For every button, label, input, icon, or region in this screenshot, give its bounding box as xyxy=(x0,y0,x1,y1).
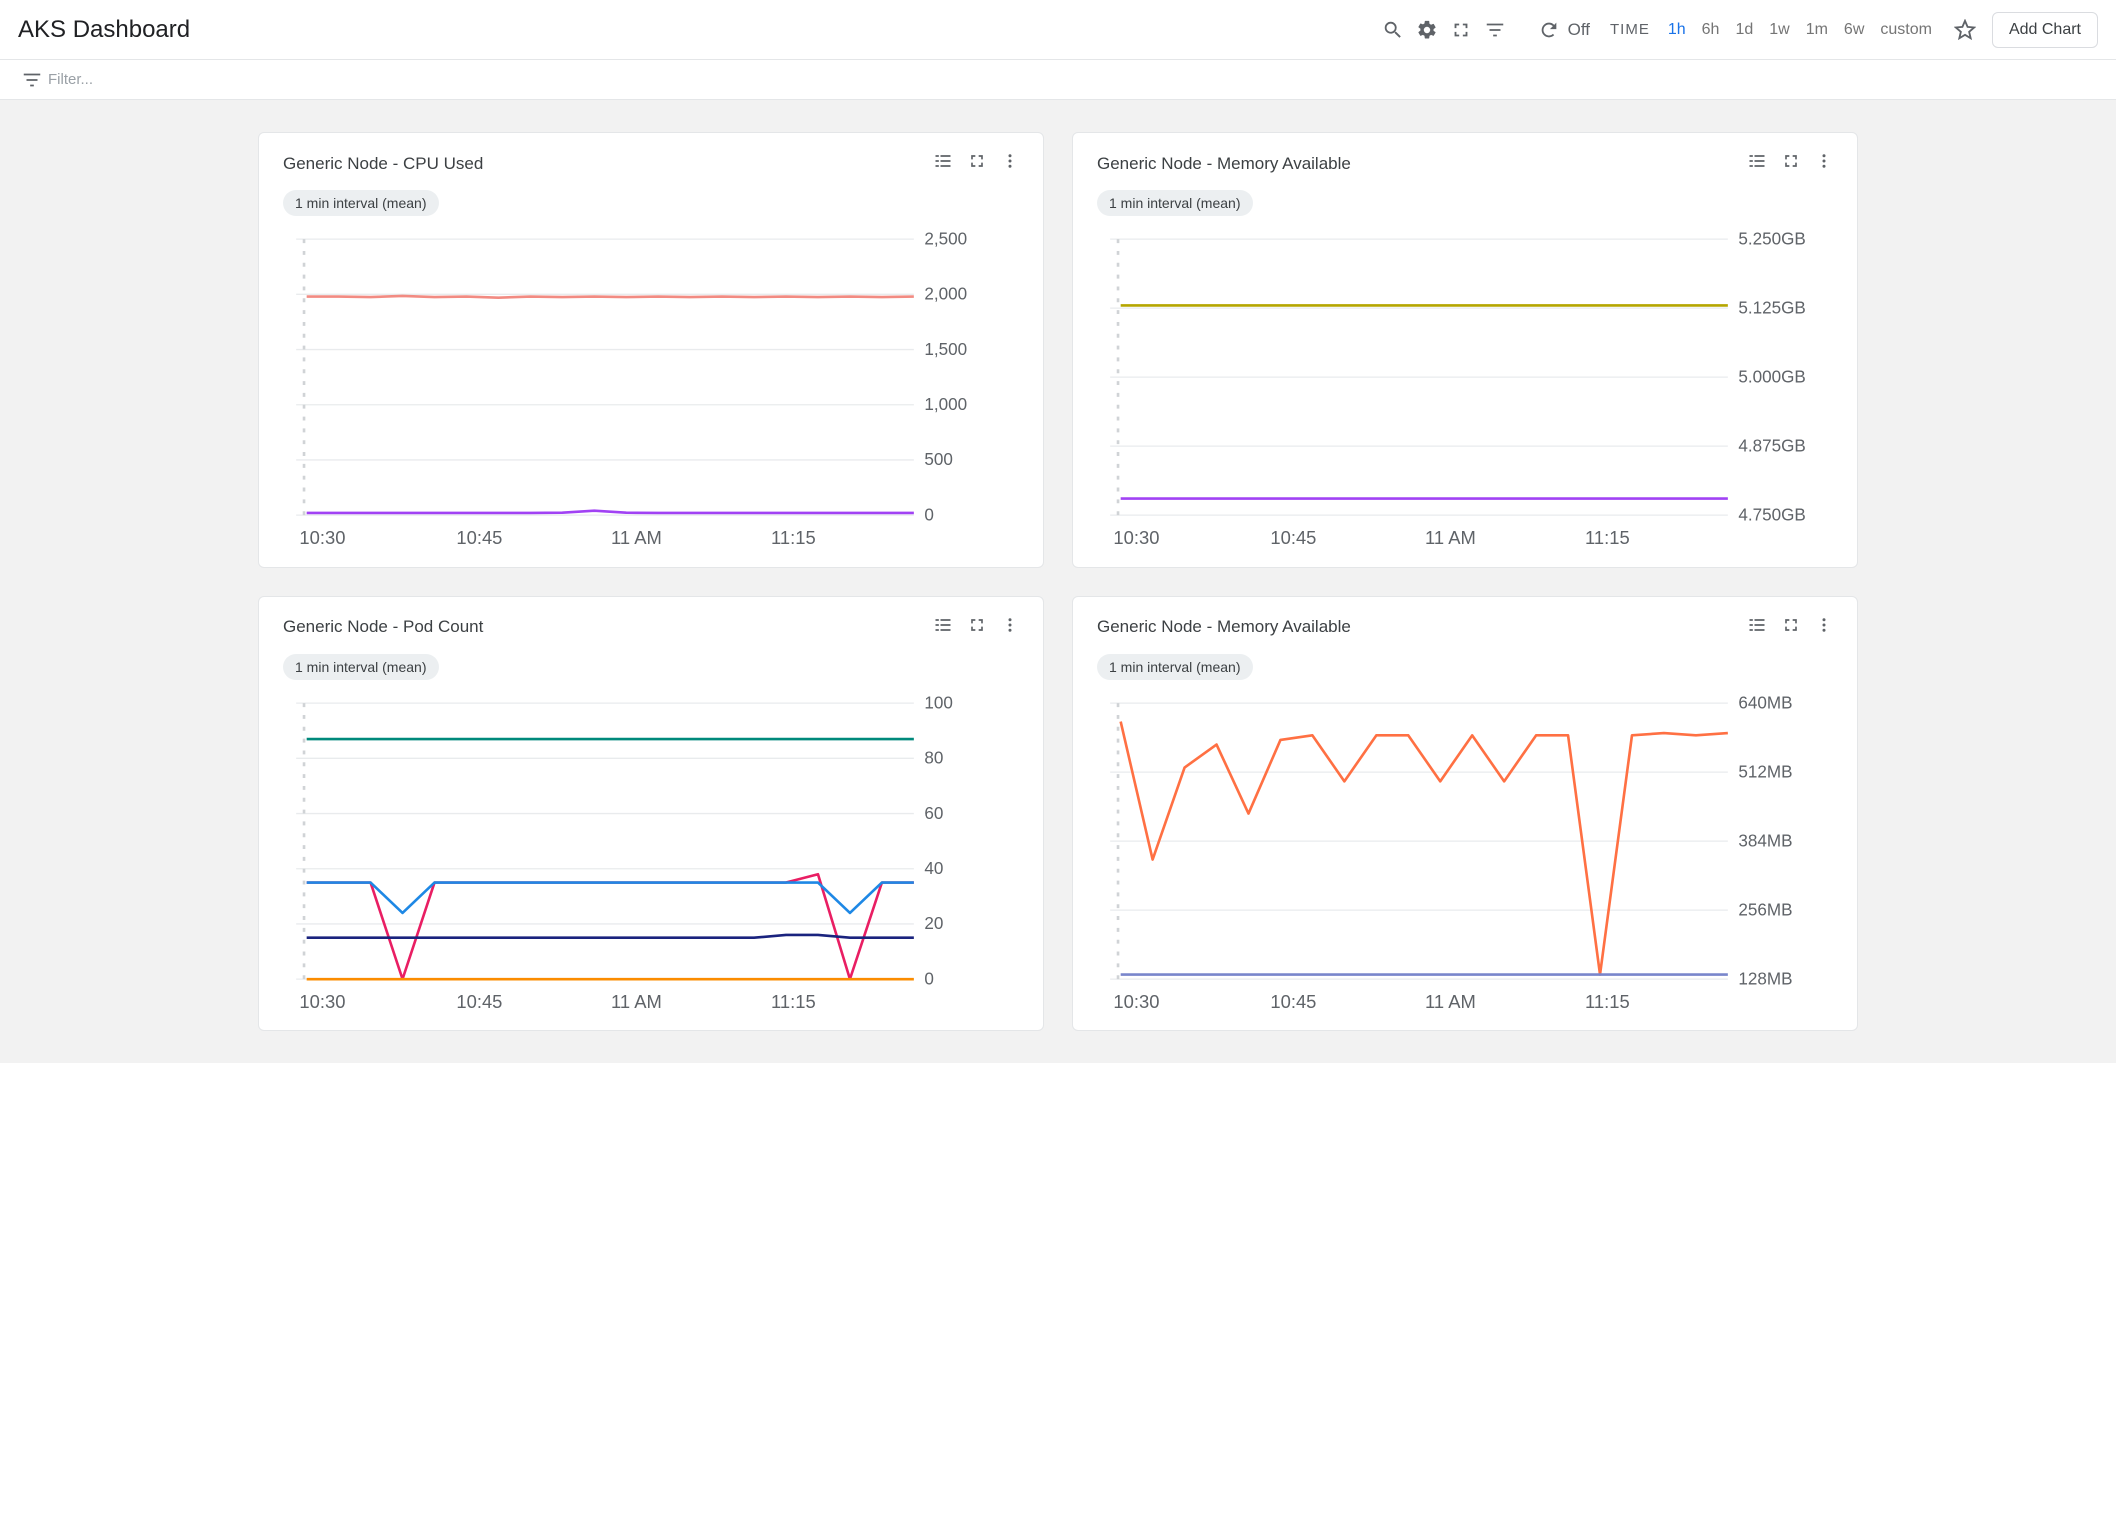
chart-plot: 0 500 1,000 1,500 2,000 2,500 10:30 10:45 11 AM 1… xyxy=(283,226,1019,555)
add-chart-button[interactable]: Add Chart xyxy=(1992,12,2098,48)
more-icon[interactable] xyxy=(1815,152,1833,175)
chart-card: Generic Node - Pod Count 1 min interval … xyxy=(258,596,1044,1032)
time-range-group: TIME 1h6h1d1w1m6wcustom xyxy=(1604,21,1940,39)
svg-text:0: 0 xyxy=(924,505,934,524)
svg-text:640MB: 640MB xyxy=(1738,693,1792,712)
legend-icon[interactable] xyxy=(1747,151,1767,176)
time-option-1h[interactable]: 1h xyxy=(1660,17,1694,42)
time-option-1m[interactable]: 1m xyxy=(1798,17,1836,42)
top-bar: AKS Dashboard Off TIME 1h6h1d1w1m6wcusto… xyxy=(0,0,2116,60)
svg-text:512MB: 512MB xyxy=(1738,762,1792,781)
svg-text:11 AM: 11 AM xyxy=(1425,991,1476,1012)
time-option-1w[interactable]: 1w xyxy=(1761,17,1797,42)
fullscreen-icon[interactable] xyxy=(967,615,987,640)
svg-text:10:45: 10:45 xyxy=(456,527,502,548)
svg-text:80: 80 xyxy=(924,748,943,767)
interval-badge: 1 min interval (mean) xyxy=(283,190,439,216)
svg-text:256MB: 256MB xyxy=(1738,900,1792,919)
chart-plot: 0 20 40 60 80 100 10:30 10:45 11 AM 11:15 xyxy=(283,690,1019,1019)
svg-text:60: 60 xyxy=(924,803,943,822)
svg-text:5.250GB: 5.250GB xyxy=(1738,229,1805,248)
svg-text:11:15: 11:15 xyxy=(771,527,816,548)
svg-text:10:45: 10:45 xyxy=(1270,527,1316,548)
chart-title: Generic Node - Memory Available xyxy=(1097,617,1351,637)
more-icon[interactable] xyxy=(1815,616,1833,639)
chart-plot: 128MB 256MB 384MB 512MB 640MB 10:30 10:45 11 AM… xyxy=(1097,690,1833,1019)
filter-list-icon[interactable] xyxy=(18,63,46,97)
svg-text:1,000: 1,000 xyxy=(924,395,967,414)
interval-badge: 1 min interval (mean) xyxy=(283,654,439,680)
svg-text:4.875GB: 4.875GB xyxy=(1738,436,1805,455)
time-option-6w[interactable]: 6w xyxy=(1836,17,1872,42)
legend-icon[interactable] xyxy=(933,151,953,176)
more-icon[interactable] xyxy=(1001,152,1019,175)
svg-text:10:30: 10:30 xyxy=(299,527,345,548)
page-title: AKS Dashboard xyxy=(18,16,190,44)
svg-text:40: 40 xyxy=(924,859,943,878)
svg-text:2,500: 2,500 xyxy=(924,229,967,248)
svg-text:0: 0 xyxy=(924,969,934,988)
svg-text:11 AM: 11 AM xyxy=(1425,527,1476,548)
dashboard-board: Generic Node - CPU Used 1 min interval (… xyxy=(0,100,2116,1063)
svg-text:10:30: 10:30 xyxy=(299,991,345,1012)
legend-icon[interactable] xyxy=(1747,615,1767,640)
svg-text:10:30: 10:30 xyxy=(1113,991,1159,1012)
fullscreen-icon[interactable] xyxy=(1781,151,1801,176)
filter-bar xyxy=(0,60,2116,100)
more-icon[interactable] xyxy=(1001,616,1019,639)
time-option-6h[interactable]: 6h xyxy=(1694,17,1728,42)
svg-text:20: 20 xyxy=(924,914,943,933)
time-option-custom[interactable]: custom xyxy=(1872,17,1940,42)
fullscreen-icon[interactable] xyxy=(1444,13,1478,47)
chart-card: Generic Node - Memory Available 1 min in… xyxy=(1072,596,1858,1032)
fullscreen-icon[interactable] xyxy=(967,151,987,176)
svg-text:1,500: 1,500 xyxy=(924,340,967,359)
chart-title: Generic Node - Memory Available xyxy=(1097,154,1351,174)
svg-text:5.125GB: 5.125GB xyxy=(1738,298,1805,317)
svg-text:10:45: 10:45 xyxy=(1270,991,1316,1012)
time-label: TIME xyxy=(1610,21,1650,38)
svg-text:11:15: 11:15 xyxy=(1585,527,1630,548)
svg-text:11:15: 11:15 xyxy=(1585,991,1630,1012)
svg-text:500: 500 xyxy=(924,450,953,469)
svg-text:10:45: 10:45 xyxy=(456,991,502,1012)
legend-icon[interactable] xyxy=(933,615,953,640)
chart-title: Generic Node - CPU Used xyxy=(283,154,483,174)
svg-text:2,000: 2,000 xyxy=(924,285,967,304)
svg-text:11:15: 11:15 xyxy=(771,991,816,1012)
time-option-1d[interactable]: 1d xyxy=(1727,17,1761,42)
star-icon[interactable] xyxy=(1948,13,1982,47)
svg-text:384MB: 384MB xyxy=(1738,831,1792,850)
svg-text:11 AM: 11 AM xyxy=(611,991,662,1012)
filter-input[interactable] xyxy=(46,70,2098,89)
search-icon[interactable] xyxy=(1376,13,1410,47)
svg-text:128MB: 128MB xyxy=(1738,969,1792,988)
svg-text:11 AM: 11 AM xyxy=(611,527,662,548)
chart-card: Generic Node - CPU Used 1 min interval (… xyxy=(258,132,1044,568)
svg-text:4.750GB: 4.750GB xyxy=(1738,505,1805,524)
chart-plot: 4.750GB 4.875GB 5.000GB 5.125GB 5.250GB 10:30… xyxy=(1097,226,1833,555)
refresh-icon[interactable] xyxy=(1532,13,1566,47)
chart-title: Generic Node - Pod Count xyxy=(283,617,483,637)
filter-icon[interactable] xyxy=(1478,13,1512,47)
interval-badge: 1 min interval (mean) xyxy=(1097,654,1253,680)
svg-text:10:30: 10:30 xyxy=(1113,527,1159,548)
fullscreen-icon[interactable] xyxy=(1781,615,1801,640)
gear-icon[interactable] xyxy=(1410,13,1444,47)
svg-text:100: 100 xyxy=(924,693,953,712)
svg-text:5.000GB: 5.000GB xyxy=(1738,367,1805,386)
refresh-state: Off xyxy=(1568,20,1590,40)
interval-badge: 1 min interval (mean) xyxy=(1097,190,1253,216)
chart-card: Generic Node - Memory Available 1 min in… xyxy=(1072,132,1858,568)
